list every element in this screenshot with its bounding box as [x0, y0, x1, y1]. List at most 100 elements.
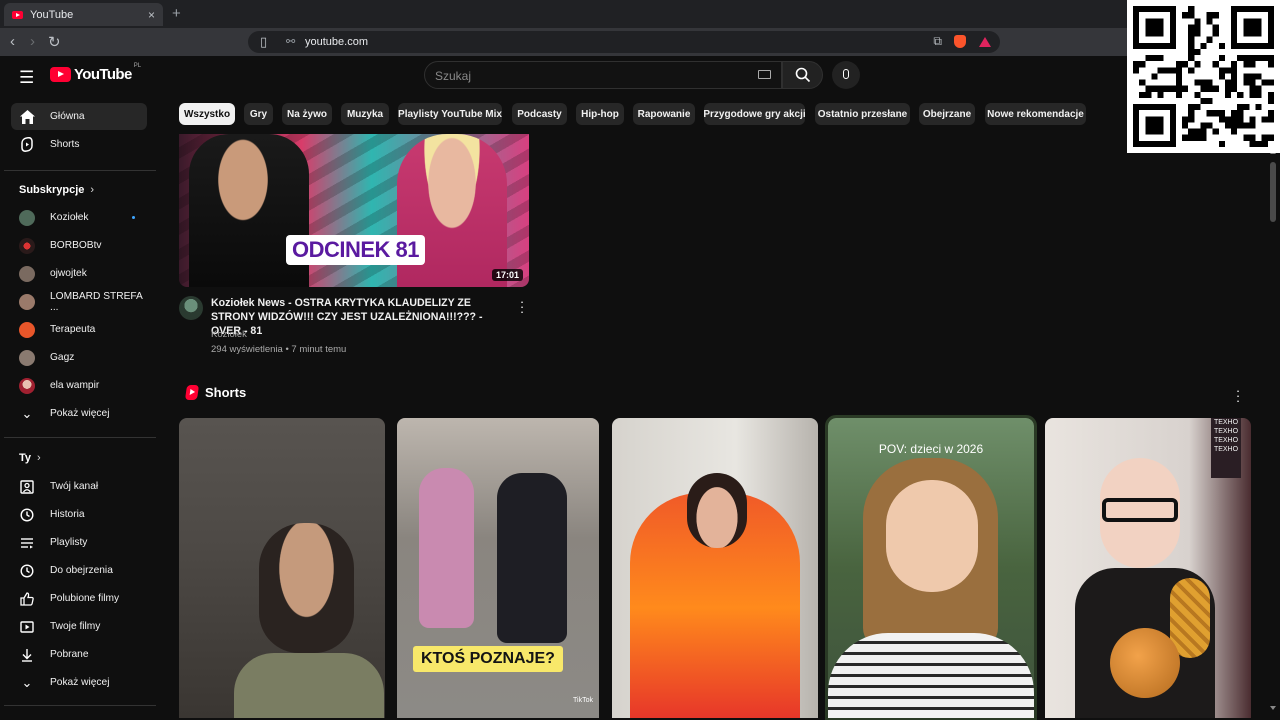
- subscription-item[interactable]: Koziołek: [11, 204, 147, 231]
- short-caption: KTOŚ POZNAJE?: [413, 646, 563, 672]
- url-text[interactable]: youtube.com: [305, 36, 368, 48]
- new-tab-button[interactable]: +: [172, 5, 181, 22]
- channel-avatar: [19, 321, 35, 338]
- reload-button[interactable]: ↻: [48, 33, 61, 51]
- hamburger-menu-icon[interactable]: ☰: [19, 68, 34, 88]
- qr-module: [1157, 91, 1164, 98]
- video-channel[interactable]: Koziołek: [211, 329, 247, 340]
- short-thumbnail[interactable]: [612, 418, 818, 718]
- show-more-you[interactable]: ⌄ Pokaż więcej: [11, 669, 147, 696]
- voice-search-button[interactable]: [832, 61, 860, 89]
- qr-module: [1169, 67, 1176, 74]
- show-more-subscriptions[interactable]: ⌄ Pokaż więcej: [11, 400, 147, 427]
- chip-all[interactable]: Wszystko: [179, 103, 235, 125]
- sidebar-divider: [4, 170, 156, 171]
- brave-rewards-icon[interactable]: [979, 37, 991, 47]
- qr-module: [1194, 61, 1201, 68]
- subscription-item[interactable]: BORBOBtv: [11, 232, 147, 259]
- qr-module: [1212, 12, 1219, 19]
- chip-mix[interactable]: Playlisty YouTube Mix: [398, 103, 502, 125]
- sidebar-item-liked[interactable]: Polubione filmy: [11, 585, 147, 612]
- browser-tab[interactable]: YouTube ×: [4, 3, 163, 26]
- qr-module: [1169, 12, 1176, 19]
- qr-module: [1212, 30, 1219, 37]
- chip-live[interactable]: Na żywo: [282, 103, 332, 125]
- more-actions-icon[interactable]: · · ·: [518, 295, 526, 318]
- site-info-icon[interactable]: ⚯: [286, 35, 295, 48]
- qr-module: [1206, 79, 1213, 86]
- qr-module: [1249, 85, 1256, 92]
- chip-music[interactable]: Muzyka: [341, 103, 389, 125]
- chevron-down-icon: ⌄: [21, 405, 33, 421]
- tab-close-icon[interactable]: ×: [148, 8, 155, 22]
- address-bar[interactable]: ▯ ⚯ youtube.com ⧉: [248, 31, 1000, 53]
- qr-module: [1133, 42, 1140, 49]
- qr-module: [1267, 79, 1274, 86]
- short-thumbnail[interactable]: KTOŚ POZNAJE? TikTok: [397, 418, 599, 718]
- qr-module: [1139, 104, 1146, 111]
- sidebar-item-channel[interactable]: Twój kanał: [11, 473, 147, 500]
- qr-module: [1231, 110, 1238, 117]
- subscription-item[interactable]: Gagz: [11, 344, 147, 371]
- qr-module: [1157, 140, 1164, 147]
- back-button[interactable]: ‹: [10, 33, 15, 50]
- chip-podcasts[interactable]: Podcasty: [512, 103, 567, 125]
- qr-module: [1194, 24, 1201, 31]
- qr-module: [1237, 110, 1244, 117]
- qr-module: [1231, 128, 1238, 135]
- sidebar-divider: [4, 437, 156, 438]
- qr-module: [1145, 85, 1152, 92]
- chip-hiphop[interactable]: Hip-hop: [576, 103, 624, 125]
- chip-games[interactable]: Gry: [244, 103, 273, 125]
- subscription-item[interactable]: LOMBARD STREFA ...: [11, 288, 147, 315]
- brave-shield-icon[interactable]: [954, 35, 966, 48]
- search-input[interactable]: Szukaj: [424, 61, 782, 89]
- video-thumbnail[interactable]: ODCINEK 81 17:01: [179, 134, 529, 287]
- shorts-heading-label: Shorts: [205, 385, 247, 400]
- subscription-item[interactable]: ela wampir: [11, 372, 147, 399]
- sidebar-item-shorts[interactable]: Shorts: [11, 131, 147, 158]
- scroll-down-icon[interactable]: [1270, 706, 1276, 710]
- short-thumbnail[interactable]: [179, 418, 385, 718]
- short-thumbnail[interactable]: POV: dzieci w 2026: [825, 415, 1037, 720]
- chip-watched[interactable]: Obejrzane: [919, 103, 975, 125]
- channel-avatar[interactable]: [179, 296, 203, 320]
- bookmark-icon[interactable]: ▯: [260, 34, 267, 50]
- chip-new-recommendations[interactable]: Nowe rekomendacje: [985, 103, 1086, 125]
- qr-module: [1151, 128, 1158, 135]
- youtube-logo[interactable]: YouTube PL: [50, 63, 141, 83]
- forward-button[interactable]: ›: [30, 33, 35, 50]
- scrollbar-thumb[interactable]: [1270, 162, 1276, 222]
- sidebar-item-home[interactable]: Główna: [11, 103, 147, 130]
- you-heading[interactable]: Ty ›: [19, 452, 41, 464]
- sidebar-item-history[interactable]: Historia: [11, 501, 147, 528]
- keyboard-icon[interactable]: [758, 70, 771, 79]
- shorts-more-icon[interactable]: · · ·: [1234, 384, 1242, 407]
- qr-module: [1243, 122, 1250, 129]
- qr-module: [1145, 91, 1152, 98]
- chip-recently-uploaded[interactable]: Ostatnio przesłane: [815, 103, 910, 125]
- qr-module: [1249, 24, 1256, 31]
- chip-adventure-games[interactable]: Przygodowe gry akcji: [703, 103, 806, 125]
- qr-module: [1157, 55, 1164, 62]
- qr-module: [1218, 55, 1225, 62]
- sidebar-item-your-videos[interactable]: Twoje filmy: [11, 613, 147, 640]
- qr-code: [1127, 0, 1280, 153]
- sidebar-item-watch-later[interactable]: Do obejrzenia: [11, 557, 147, 584]
- short-thumbnail[interactable]: TEXHO TEXHO TEXHO TEXHO: [1045, 418, 1251, 718]
- qr-module: [1151, 24, 1158, 31]
- subscription-item[interactable]: ojwojtek: [11, 260, 147, 287]
- sidebar-item-downloads[interactable]: Pobrane: [11, 641, 147, 668]
- short-person: [259, 523, 354, 653]
- qr-module: [1255, 104, 1262, 111]
- qr-module: [1267, 61, 1274, 68]
- subscriptions-heading[interactable]: Subskrypcje ›: [19, 184, 94, 196]
- sidebar-item-playlists[interactable]: Playlisty: [11, 529, 147, 556]
- chip-rap[interactable]: Rapowanie: [633, 103, 695, 125]
- qr-module: [1194, 18, 1201, 25]
- video-title[interactable]: Koziołek News - OSTRA KRYTYKA KLAUDELIZY…: [211, 296, 511, 338]
- search-button[interactable]: [782, 61, 823, 89]
- subscription-item[interactable]: Terapeuta: [11, 316, 147, 343]
- open-in-app-icon[interactable]: ⧉: [933, 34, 942, 49]
- page-scrollbar[interactable]: [1270, 140, 1276, 714]
